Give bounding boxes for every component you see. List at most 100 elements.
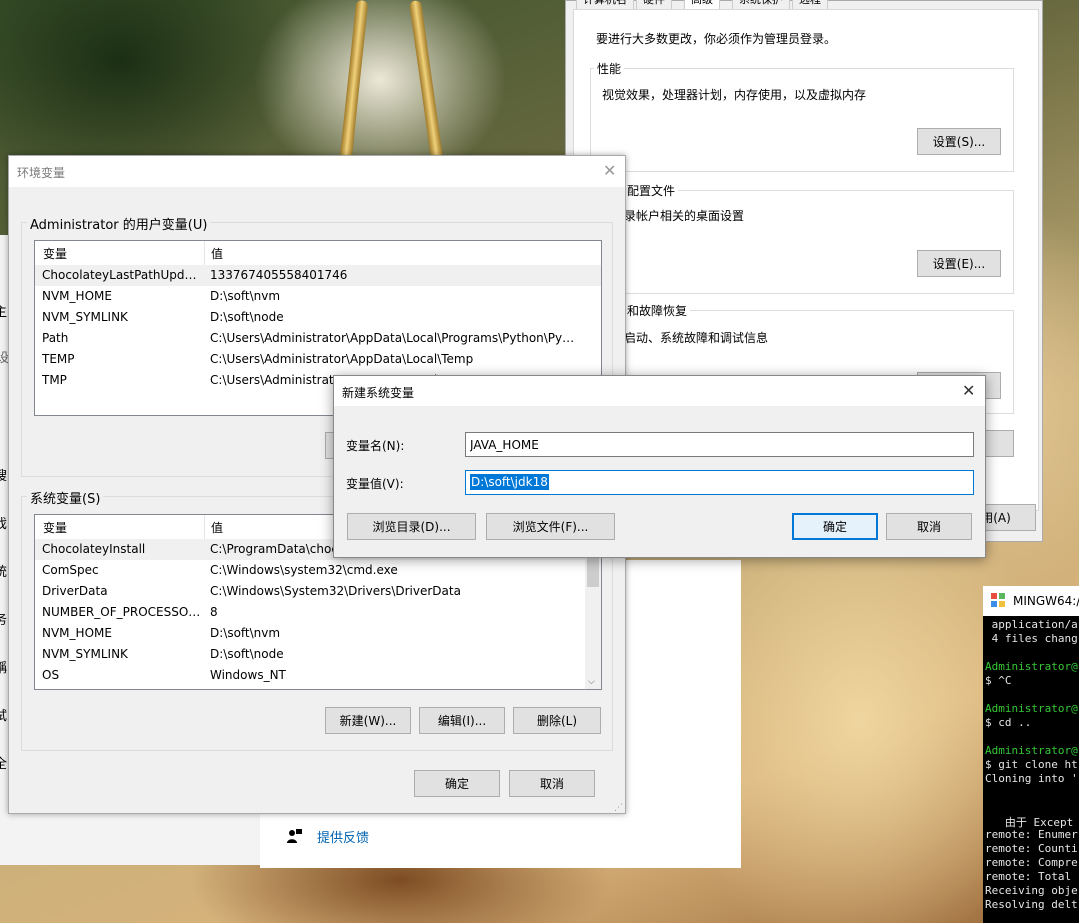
variable-name-cell: TMP [42, 373, 67, 387]
new-var-ok-button[interactable]: 确定 [792, 513, 878, 540]
table-row[interactable]: NVM_HOME D:\soft\nvm [35, 286, 601, 307]
settings-nav-fragment[interactable]: 全 [0, 753, 7, 772]
close-icon[interactable]: ✕ [962, 381, 975, 400]
env-dialog-titlebar: 环境变量 ✕ [9, 156, 625, 187]
variable-value-selection: D:\soft\jdk18 [470, 474, 549, 490]
variable-name-cell: DriverData [42, 584, 108, 598]
variable-value-cell: 8 [210, 605, 218, 619]
variable-name-label: 变量名(N): [346, 439, 405, 453]
terminal-line: Cloning into ' [985, 772, 1078, 785]
browse-file-button[interactable]: 浏览文件(F)... [486, 513, 615, 540]
table-row[interactable]: DriverData C:\Windows\System32\Drivers\Dr… [35, 581, 601, 602]
env-ok-button[interactable]: 确定 [414, 770, 500, 797]
terminal-line: remote: Enumer [985, 828, 1078, 841]
env-cancel-button[interactable]: 取消 [509, 770, 595, 797]
user-profiles-group [590, 190, 1014, 294]
terminal-line: Resolving delt [985, 898, 1078, 911]
variable-name-cell: NVM_HOME [42, 626, 112, 640]
variable-value-cell: C:\Windows\system32\cmd.exe [210, 563, 398, 577]
admin-notice: 要进行大多数更改，你必须作为管理员登录。 [596, 32, 837, 46]
performance-group [590, 68, 1014, 172]
system-new-button[interactable]: 新建(W)... [325, 707, 411, 734]
variable-name-cell: OS [42, 668, 60, 682]
terminal-line: $ git clone ht [985, 758, 1078, 771]
new-var-titlebar: 新建系统变量 ✕ [334, 376, 985, 406]
variable-value-cell: C:\Users\Administrator\AppData\Local\Pro… [210, 331, 575, 345]
close-icon[interactable]: ✕ [603, 161, 616, 180]
system-edit-button[interactable]: 编辑(I)... [419, 707, 505, 734]
terminal-line: Receiving obje [985, 884, 1078, 897]
terminal-line: $ ^C [985, 674, 1012, 687]
variable-name-cell: NVM_SYMLINK [42, 647, 128, 661]
table-row[interactable]: ChocolateyLastPathUpdate 1337674055584017… [35, 265, 601, 286]
variable-value-cell: Windows_NT [210, 668, 286, 682]
user-profiles-settings-button[interactable]: 设置(E)... [917, 250, 1001, 277]
performance-settings-button[interactable]: 设置(S)... [917, 128, 1001, 155]
chevron-down-icon[interactable]: ⌵ [588, 677, 595, 687]
column-header-name[interactable]: 变量 [43, 519, 67, 536]
variable-value-cell: C:\Windows\System32\Drivers\DriverData [210, 584, 461, 598]
table-row[interactable]: NVM_SYMLINK D:\soft\node [35, 307, 601, 328]
terminal-title: MINGW64:/ [1013, 594, 1079, 608]
performance-title: 性能 [594, 60, 625, 77]
variable-name-cell: NVM_HOME [42, 289, 112, 303]
terminal-line: Administrator@ [985, 702, 1078, 715]
new-var-title: 新建系统变量 [342, 386, 415, 400]
table-row[interactable]: NVM_SYMLINK D:\soft\node [35, 644, 601, 665]
mingw64-terminal[interactable]: MINGW64:/ application/a 4 files chang Adm… [983, 586, 1079, 923]
variable-name-cell: NUMBER_OF_PROCESSORS [42, 605, 202, 619]
settings-nav-fragment[interactable]: 务 [0, 609, 7, 628]
terminal-line: application/a [985, 618, 1078, 631]
column-header-value[interactable]: 值 [211, 519, 223, 536]
table-row[interactable]: ComSpec C:\Windows\system32\cmd.exe [35, 560, 601, 581]
variable-name-cell: NVM_SYMLINK [42, 310, 128, 324]
table-row[interactable]: OS Windows_NT [35, 665, 601, 686]
env-dialog-title: 环境变量 [17, 166, 66, 180]
variable-name-cell: ChocolateyInstall [42, 542, 146, 556]
settings-nav-fragment[interactable]: 试 [0, 705, 7, 724]
table-row[interactable]: Path C:\Users\Administrator\AppData\Local… [35, 328, 601, 349]
column-header-name[interactable]: 变量 [43, 245, 67, 262]
column-header-value[interactable]: 值 [211, 245, 223, 262]
user-variables-title: Administrator 的用户变量(U) [27, 214, 211, 233]
user-profiles-description: 录帐户相关的桌面设置 [624, 209, 745, 223]
terminal-line: remote: Counti [985, 842, 1078, 855]
variable-value-cell: D:\soft\node [210, 647, 284, 661]
terminal-titlebar: MINGW64:/ [983, 586, 1079, 616]
column-separator[interactable] [204, 515, 205, 539]
vertical-scrollbar[interactable]: ⌵ [585, 539, 601, 689]
browse-directory-button[interactable]: 浏览目录(D)... [347, 513, 476, 540]
performance-description: 视觉效果，处理器计划，内存使用，以及虚拟内存 [602, 88, 867, 102]
table-row[interactable]: TEMP C:\Users\Administrator\AppData\Local… [35, 349, 601, 370]
feedback-link[interactable]: 提供反馈 [317, 827, 369, 846]
terminal-line: Administrator@ [985, 660, 1078, 673]
system-delete-button[interactable]: 删除(L) [513, 707, 601, 734]
variable-value-cell: 133767405558401746 [210, 268, 348, 282]
table-row[interactable]: NVM_HOME D:\soft\nvm [35, 623, 601, 644]
variable-value-input[interactable]: D:\soft\jdk18 [465, 470, 974, 495]
table-row[interactable]: NUMBER_OF_PROCESSORS 8 [35, 602, 601, 623]
startup-recovery-description: 启动、系统故障和调试信息 [624, 331, 769, 345]
variable-value-cell: D:\soft\node [210, 310, 284, 324]
settings-nav-fragment[interactable]: 统 [0, 561, 7, 580]
column-separator[interactable] [204, 241, 205, 265]
user-profiles-title: 配置文件 [624, 182, 679, 199]
list-header: 变量 值 [35, 241, 601, 266]
terminal-line: remote: Compre [985, 856, 1078, 869]
variable-value-cell: D:\soft\nvm [210, 626, 281, 640]
new-var-cancel-button[interactable]: 取消 [886, 513, 972, 540]
settings-nav-fragment[interactable]: 稱 [0, 657, 7, 676]
resize-grip-icon[interactable]: ⋰ [614, 803, 623, 813]
settings-nav-fragment[interactable]: 戏 [0, 513, 7, 532]
variable-value-label: 变量值(V): [346, 477, 404, 491]
variable-name-cell: ComSpec [42, 563, 99, 577]
variable-name-input[interactable] [465, 432, 974, 457]
startup-recovery-title: 和故障恢复 [624, 302, 691, 319]
settings-nav-fragment[interactable]: 搜 [0, 465, 7, 484]
new-system-variable-dialog: 新建系统变量 ✕ 变量名(N): 变量值(V): D:\soft\jdk18 浏… [333, 375, 986, 558]
variable-name-cell: TEMP [42, 352, 75, 366]
terminal-line: Administrator@ [985, 744, 1078, 757]
terminal-line: $ cd .. [985, 716, 1032, 729]
variable-value-cell: D:\soft\nvm [210, 289, 281, 303]
terminal-line: remote: Total [985, 870, 1078, 883]
